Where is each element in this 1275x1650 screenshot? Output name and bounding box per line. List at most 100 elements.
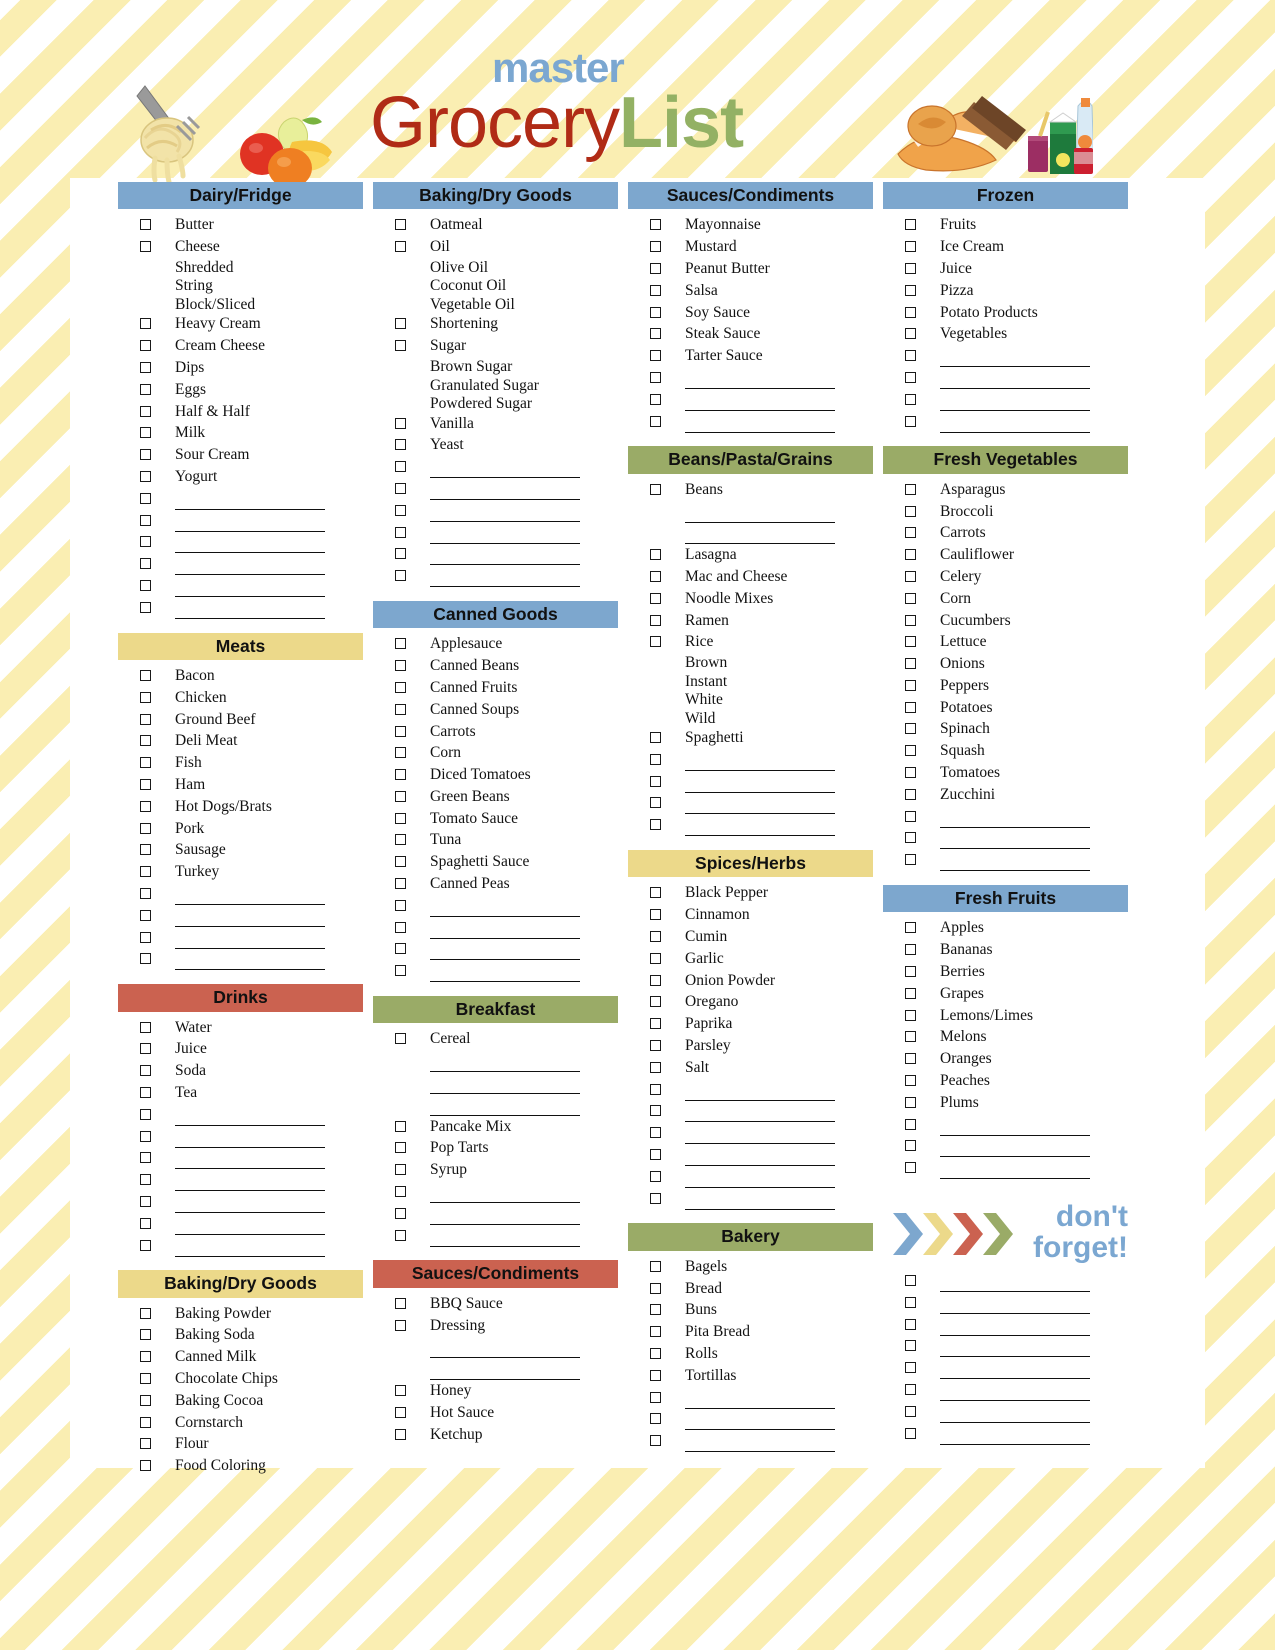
checkbox[interactable] xyxy=(650,262,661,274)
checkbox[interactable] xyxy=(140,691,151,703)
write-in-line[interactable] xyxy=(685,798,835,815)
checkbox[interactable] xyxy=(650,1040,661,1052)
checkbox[interactable] xyxy=(650,350,661,362)
checkbox[interactable] xyxy=(650,614,661,626)
write-in-line[interactable] xyxy=(430,901,580,917)
checkbox[interactable] xyxy=(905,483,916,495)
checkbox[interactable] xyxy=(650,1192,661,1204)
checkbox[interactable] xyxy=(395,1207,406,1219)
checkbox[interactable] xyxy=(905,987,916,999)
write-in-line[interactable] xyxy=(685,1393,835,1409)
checkbox[interactable] xyxy=(140,757,151,769)
write-in-line[interactable] xyxy=(940,1141,1090,1158)
checkbox[interactable] xyxy=(905,350,916,362)
write-in-line[interactable] xyxy=(175,1110,325,1126)
checkbox[interactable] xyxy=(140,383,151,395)
write-in-line[interactable] xyxy=(685,1172,835,1188)
write-in-line[interactable] xyxy=(430,1056,580,1073)
write-in-line[interactable] xyxy=(685,1414,835,1431)
write-in-line[interactable] xyxy=(685,507,835,523)
checkbox[interactable] xyxy=(650,909,661,921)
checkbox[interactable] xyxy=(395,1297,406,1309)
write-in-line[interactable] xyxy=(685,820,835,837)
checkbox[interactable] xyxy=(395,638,406,650)
write-in-line[interactable] xyxy=(430,506,580,522)
checkbox[interactable] xyxy=(905,262,916,274)
checkbox[interactable] xyxy=(905,1427,916,1439)
checkbox[interactable] xyxy=(140,844,151,856)
checkbox[interactable] xyxy=(395,769,406,781)
write-in-line[interactable] xyxy=(940,1120,1090,1136)
checkbox[interactable] xyxy=(395,526,406,538)
checkbox[interactable] xyxy=(140,1460,151,1472)
checkbox[interactable] xyxy=(650,549,661,561)
write-in-line[interactable] xyxy=(940,1341,1090,1358)
checkbox[interactable] xyxy=(140,1329,151,1341)
checkbox[interactable] xyxy=(905,371,916,383)
checkbox[interactable] xyxy=(905,723,916,735)
write-in-line[interactable] xyxy=(430,571,580,588)
checkbox[interactable] xyxy=(650,1282,661,1294)
checkbox[interactable] xyxy=(905,1118,916,1130)
checkbox[interactable] xyxy=(650,1304,661,1316)
checkbox[interactable] xyxy=(650,996,661,1008)
checkbox[interactable] xyxy=(140,514,151,526)
checkbox[interactable] xyxy=(140,1130,151,1142)
checkbox[interactable] xyxy=(395,1428,406,1440)
checkbox[interactable] xyxy=(140,241,151,253)
checkbox[interactable] xyxy=(650,753,661,765)
checkbox[interactable] xyxy=(650,1260,661,1272)
checkbox[interactable] xyxy=(650,415,661,427)
write-in-line[interactable] xyxy=(430,1209,580,1225)
checkbox[interactable] xyxy=(395,439,406,451)
checkbox[interactable] xyxy=(140,1174,151,1186)
checkbox[interactable] xyxy=(140,953,151,965)
checkbox[interactable] xyxy=(905,570,916,582)
checkbox[interactable] xyxy=(905,549,916,561)
checkbox[interactable] xyxy=(395,1406,406,1418)
checkbox[interactable] xyxy=(395,725,406,737)
checkbox[interactable] xyxy=(905,745,916,757)
write-in-line[interactable] xyxy=(940,417,1090,433)
checkbox[interactable] xyxy=(140,1307,151,1319)
checkbox[interactable] xyxy=(905,219,916,231)
write-in-line[interactable] xyxy=(430,1187,580,1204)
checkbox[interactable] xyxy=(140,1108,151,1120)
checkbox[interactable] xyxy=(140,362,151,374)
checkbox[interactable] xyxy=(905,701,916,713)
checkbox[interactable] xyxy=(395,878,406,890)
checkbox[interactable] xyxy=(395,482,406,494)
checkbox[interactable] xyxy=(905,854,916,866)
checkbox[interactable] xyxy=(140,1065,151,1077)
checkbox[interactable] xyxy=(395,965,406,977)
checkbox[interactable] xyxy=(395,790,406,802)
checkbox[interactable] xyxy=(650,1149,661,1161)
checkbox[interactable] xyxy=(650,1018,661,1030)
checkbox[interactable] xyxy=(650,974,661,986)
write-in-line[interactable] xyxy=(175,1241,325,1257)
checkbox[interactable] xyxy=(395,1384,406,1396)
checkbox[interactable] xyxy=(395,340,406,352)
write-in-line[interactable] xyxy=(685,1194,835,1210)
checkbox[interactable] xyxy=(140,492,151,504)
checkbox[interactable] xyxy=(650,1083,661,1095)
write-in-line[interactable] xyxy=(175,889,325,905)
checkbox[interactable] xyxy=(395,703,406,715)
write-in-line[interactable] xyxy=(685,528,835,545)
checkbox[interactable] xyxy=(395,943,406,955)
checkbox[interactable] xyxy=(140,713,151,725)
checkbox[interactable] xyxy=(905,767,916,779)
write-in-line[interactable] xyxy=(175,581,325,598)
write-in-line[interactable] xyxy=(685,1128,835,1145)
checkbox[interactable] xyxy=(140,1373,151,1385)
checkbox[interactable] xyxy=(395,1186,406,1198)
write-in-line[interactable] xyxy=(175,559,325,576)
checkbox[interactable] xyxy=(140,778,151,790)
checkbox[interactable] xyxy=(905,1053,916,1065)
checkbox[interactable] xyxy=(905,966,916,978)
checkbox[interactable] xyxy=(395,1319,406,1331)
checkbox[interactable] xyxy=(905,1075,916,1087)
write-in-line[interactable] xyxy=(175,537,325,554)
write-in-line[interactable] xyxy=(940,1163,1090,1180)
write-in-line[interactable] xyxy=(685,395,835,411)
